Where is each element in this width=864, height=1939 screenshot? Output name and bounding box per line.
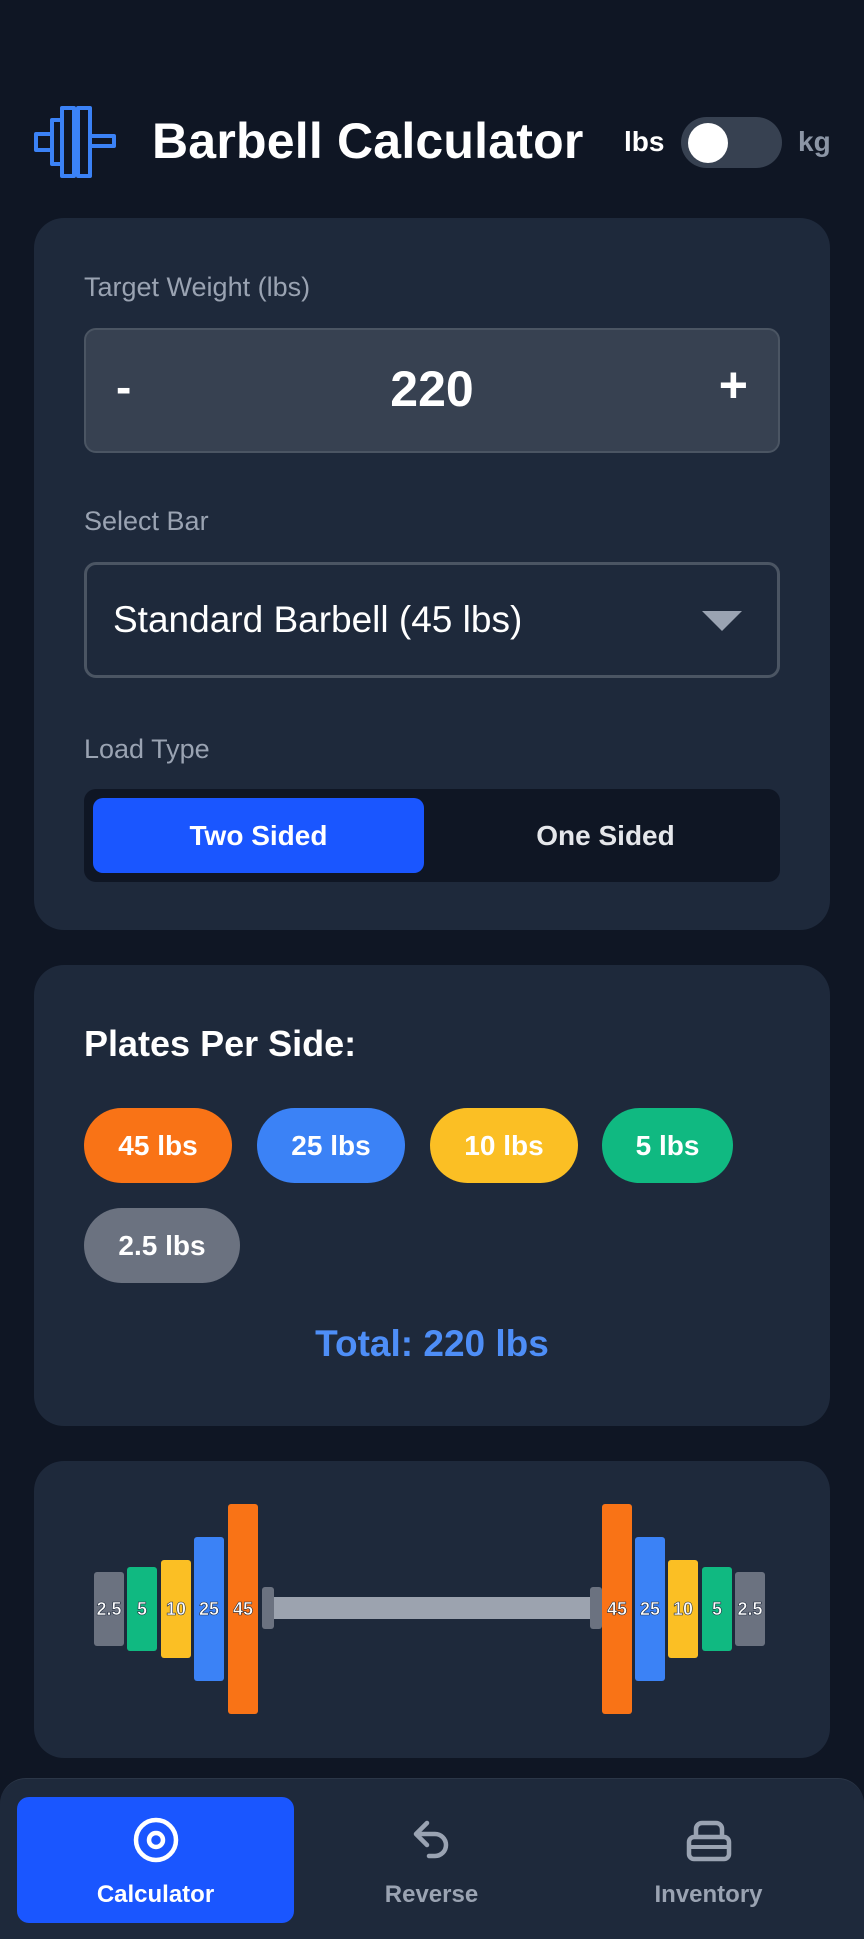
bar-select-value: Standard Barbell (45 lbs) <box>113 599 523 640</box>
nav-calculator-label: Calculator <box>96 1881 215 1908</box>
two-sided-button[interactable]: Two Sided <box>93 798 424 873</box>
plate-right-label-2-5: 2.5 <box>737 1599 762 1619</box>
target-weight-stepper: - 220 + <box>84 328 780 453</box>
one-sided-button[interactable]: One Sided <box>440 798 771 873</box>
left-collar <box>262 1587 274 1629</box>
target-icon <box>133 1817 178 1863</box>
undo-arrow-icon <box>413 1820 448 1859</box>
app-root: Barbell Calculator lbs kg Target Weight … <box>0 0 864 1939</box>
plate-left-label-45: 45 <box>233 1599 253 1619</box>
plate-chip-2-5: 2.5 lbs <box>84 1208 240 1283</box>
plates-card: Plates Per Side: 45 lbs 25 lbs 10 lbs 5 … <box>34 965 830 1426</box>
weight-input-card: Target Weight (lbs) - 220 + Select Bar S… <box>34 218 830 930</box>
plate-chip-45: 45 lbs <box>84 1108 232 1183</box>
nav-reverse[interactable]: Reverse <box>293 1797 570 1923</box>
header: Barbell Calculator lbs kg <box>0 100 864 186</box>
plate-right-label-5: 5 <box>712 1599 722 1619</box>
plate-left-label-2-5: 2.5 <box>96 1599 121 1619</box>
unit-toggle-knob <box>688 123 728 163</box>
nav-calculator[interactable]: Calculator <box>17 1797 294 1923</box>
plate-chip-25: 25 lbs <box>257 1108 405 1183</box>
plate-left-label-25: 25 <box>199 1599 219 1619</box>
target-weight-value[interactable]: 220 <box>86 360 778 418</box>
plate-chip-5: 5 lbs <box>602 1108 733 1183</box>
plate-right-label-25: 25 <box>640 1599 660 1619</box>
increment-button[interactable]: + <box>719 356 748 414</box>
unit-lbs-label: lbs <box>624 126 665 157</box>
plate-chip-10: 10 lbs <box>430 1108 578 1183</box>
unit-kg-label: kg <box>798 126 831 157</box>
plate-right-label-45: 45 <box>607 1599 627 1619</box>
bottom-nav: Calculator Reverse Inventory <box>0 1778 864 1939</box>
plates-per-side-title: Plates Per Side: <box>84 1023 357 1064</box>
right-collar <box>590 1587 602 1629</box>
nav-inventory-label: Inventory <box>654 1881 763 1908</box>
select-bar-label: Select Bar <box>84 506 209 536</box>
barbell-logo-icon <box>34 106 116 178</box>
barbell-visual-card: 2.5 5 10 25 45 45 25 10 5 2.5 <box>34 1461 830 1758</box>
bar-shaft <box>266 1597 596 1619</box>
load-type-label: Load Type <box>84 734 210 764</box>
bar-select[interactable]: Standard Barbell (45 lbs) <box>84 562 780 678</box>
chevron-down-icon <box>702 611 742 631</box>
nav-reverse-label: Reverse <box>384 1881 479 1908</box>
app-title: Barbell Calculator <box>152 113 584 169</box>
plate-left-label-5: 5 <box>137 1599 147 1619</box>
plate-left-label-10: 10 <box>166 1599 186 1619</box>
plate-right-label-10: 10 <box>673 1599 693 1619</box>
total-weight: Total: 220 lbs <box>315 1323 549 1364</box>
stack-icon <box>686 1820 731 1862</box>
target-weight-label: Target Weight (lbs) <box>84 272 311 302</box>
load-type-segmented: Two Sided One Sided <box>84 789 780 882</box>
nav-inventory[interactable]: Inventory <box>570 1797 847 1923</box>
unit-toggle[interactable] <box>681 117 782 168</box>
barbell-visual: 2.5 5 10 25 45 45 25 10 5 2.5 <box>94 1504 765 1714</box>
